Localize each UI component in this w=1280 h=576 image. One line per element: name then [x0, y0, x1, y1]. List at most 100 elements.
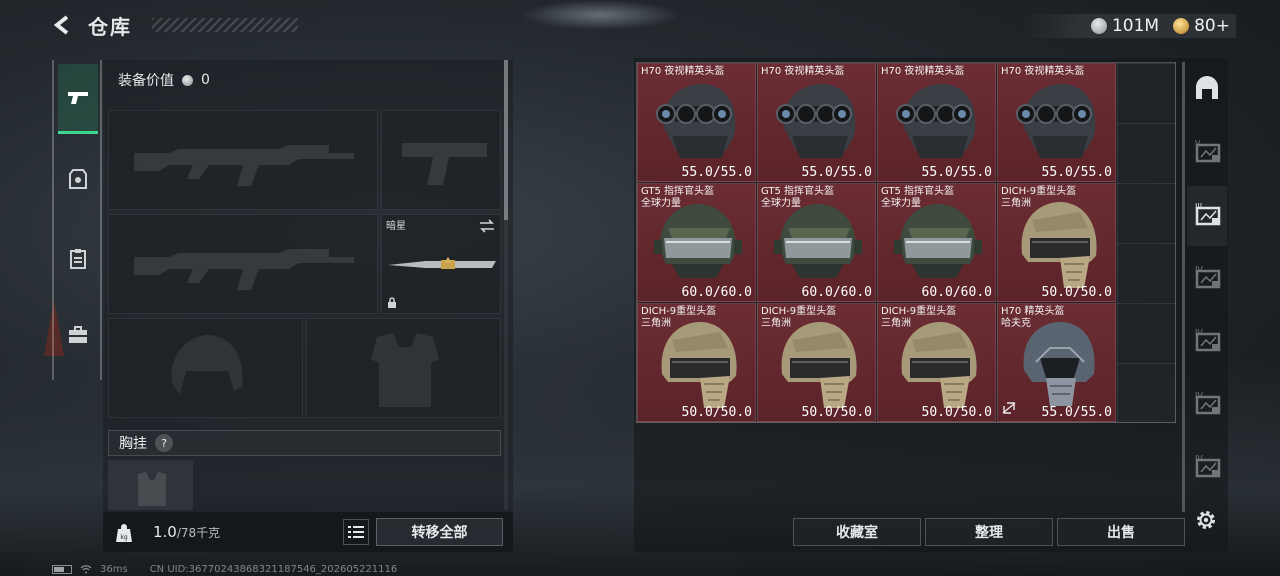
silver-currency[interactable]: 101M — [1090, 16, 1159, 36]
storage-tabs: V III IV IV IV IV — [1185, 60, 1229, 510]
armor-icon — [69, 169, 87, 189]
item-name: DICH-9重型头盔 三角洲 — [881, 306, 957, 329]
item-durability: 55.0/55.0 — [1041, 405, 1112, 420]
primary-weapon-slot[interactable] — [108, 110, 378, 210]
helmet-icon — [890, 198, 985, 292]
storage-tab[interactable]: IV — [1187, 249, 1227, 309]
svg-text:IV: IV — [1195, 265, 1203, 274]
item-durability: 60.0/60.0 — [801, 285, 872, 300]
battery-icon — [52, 564, 72, 574]
settings-button[interactable] — [1194, 508, 1218, 536]
storage-item[interactable]: GT5 指挥官头盔 全球力量 60.0/60.0 — [637, 183, 756, 302]
storage-item[interactable]: H70 夜视精英头盔 55.0/55.0 — [637, 63, 756, 182]
melee-slot[interactable]: 暗星 — [381, 214, 501, 314]
loadout-scroll-thumb[interactable] — [504, 60, 508, 220]
svg-text:V: V — [1195, 139, 1201, 148]
item-durability: 50.0/50.0 — [921, 405, 992, 420]
helmet-icon — [770, 198, 865, 292]
storage-tab-iv-3-icon: IV — [1192, 389, 1222, 421]
chest-rig-header[interactable]: 胸挂 ? — [108, 430, 501, 456]
silver-coin-icon — [182, 74, 193, 86]
vest-silhouette-icon — [371, 333, 439, 407]
storage-tab[interactable]: III — [1187, 186, 1227, 246]
uid-text: CN UID:36770243868321187546_202605221116 — [149, 563, 398, 575]
equipment-value: 装备价值 0 — [118, 70, 210, 90]
organize-button[interactable]: 整理 — [925, 518, 1053, 546]
storage-tab[interactable]: IV — [1187, 375, 1227, 435]
helmet-icon — [650, 78, 745, 172]
helmet-silhouette-icon — [171, 335, 243, 395]
helmet-icon — [770, 318, 865, 417]
help-icon[interactable]: ? — [155, 434, 173, 452]
storage-item[interactable]: H70 精英头盔 哈夫克 55.0/55.0 — [997, 303, 1116, 422]
storage-item[interactable]: DICH-9重型头盔 三角洲 50.0/50.0 — [997, 183, 1116, 302]
item-durability: 60.0/60.0 — [681, 285, 752, 300]
body-armor-slot[interactable] — [306, 318, 501, 418]
item-name: H70 夜视精英头盔 — [1001, 66, 1085, 77]
category-weapon[interactable] — [58, 64, 98, 134]
secondary-weapon-slot[interactable] — [381, 110, 501, 210]
weight-current: 1.0 — [153, 523, 177, 541]
swap-icon[interactable] — [479, 219, 495, 233]
category-armor[interactable] — [58, 144, 98, 214]
item-name: DICH-9重型头盔 三角洲 — [761, 306, 837, 329]
list-icon — [348, 526, 364, 538]
storage-item[interactable]: DICH-9重型头盔 三角洲 50.0/50.0 — [637, 303, 756, 422]
helmet-icon — [890, 78, 985, 172]
storage-tab[interactable]: IV — [1187, 438, 1227, 498]
weapon-icon — [68, 91, 88, 104]
helmet-icon — [890, 318, 985, 417]
storage-item[interactable]: GT5 指挥官头盔 全球力量 60.0/60.0 — [877, 183, 996, 302]
gear-icon — [1197, 511, 1215, 529]
storage-item[interactable]: H70 夜视精英头盔 55.0/55.0 — [997, 63, 1116, 182]
storage-item[interactable]: DICH-9重型头盔 三角洲 50.0/50.0 — [877, 303, 996, 422]
storage-tab[interactable]: IV — [1187, 312, 1227, 372]
storage-item[interactable]: H70 夜视精英头盔 55.0/55.0 — [757, 63, 876, 182]
helmet-icon — [1010, 198, 1105, 297]
collection-room-button[interactable]: 收藏室 — [793, 518, 921, 546]
back-arrow-icon[interactable] — [50, 12, 76, 38]
storage-tab[interactable] — [1187, 60, 1227, 120]
helmet-slot[interactable] — [108, 318, 303, 418]
item-name: DICH-9重型头盔 三角洲 — [641, 306, 717, 329]
item-name: GT5 指挥官头盔 全球力量 — [881, 186, 955, 209]
briefcase-icon — [69, 326, 87, 343]
transfer-all-button[interactable]: 转移全部 — [376, 518, 503, 546]
helmet-icon — [1010, 78, 1105, 172]
chest-rig-slot[interactable] — [108, 460, 193, 510]
list-view-button[interactable] — [343, 519, 369, 545]
category-briefcase[interactable] — [58, 300, 98, 370]
page-title: 仓库 — [88, 14, 132, 39]
item-name: GT5 指挥官头盔 全球力量 — [761, 186, 835, 209]
gold-currency[interactable]: 80+ — [1173, 16, 1230, 36]
storage-tab[interactable]: V — [1187, 123, 1227, 183]
sell-button[interactable]: 出售 — [1057, 518, 1185, 546]
storage-item[interactable]: H70 夜视精英头盔 55.0/55.0 — [877, 63, 996, 182]
equip-value-label: 装备价值 — [118, 73, 174, 89]
storage-item[interactable]: DICH-9重型头盔 三角洲 50.0/50.0 — [757, 303, 876, 422]
item-durability: 55.0/55.0 — [681, 165, 752, 180]
item-durability: 50.0/50.0 — [681, 405, 752, 420]
ping-text: 36ms — [100, 563, 128, 575]
item-durability: 55.0/55.0 — [801, 165, 872, 180]
item-name: H70 精英头盔 哈夫克 — [1001, 306, 1065, 329]
storage-item[interactable]: GT5 指挥官头盔 全球力量 60.0/60.0 — [757, 183, 876, 302]
secondary-primary-slot[interactable] — [108, 214, 378, 314]
storage-panel: H70 夜视精英头盔 55.0/55.0 H70 夜视精英头盔 55.0/55.0 H7… — [634, 58, 1228, 552]
svg-text:kg: kg — [120, 534, 127, 541]
weight-max: /78千克 — [176, 526, 221, 540]
ceiling-light — [520, 0, 680, 30]
item-name: H70 夜视精英头盔 — [761, 66, 845, 77]
helmet-icon — [650, 198, 745, 292]
category-clipboard[interactable] — [58, 224, 98, 294]
rifle-silhouette-icon — [134, 249, 354, 290]
item-name: H70 夜视精英头盔 — [881, 66, 965, 77]
svg-text:IV: IV — [1195, 328, 1203, 337]
loadout-panel: 装备价值 0 暗星 胸挂 ? kg 1.0/78千克 转移全部 — [103, 60, 513, 552]
rifle-silhouette-icon — [134, 145, 354, 186]
header: 仓库 — [50, 10, 298, 40]
helmet-icon — [1010, 318, 1105, 417]
category-sidebar — [52, 60, 102, 380]
melee-label: 暗星 — [386, 221, 406, 232]
storage-grid[interactable]: H70 夜视精英头盔 55.0/55.0 H70 夜视精英头盔 55.0/55.0 H7… — [636, 62, 1176, 423]
